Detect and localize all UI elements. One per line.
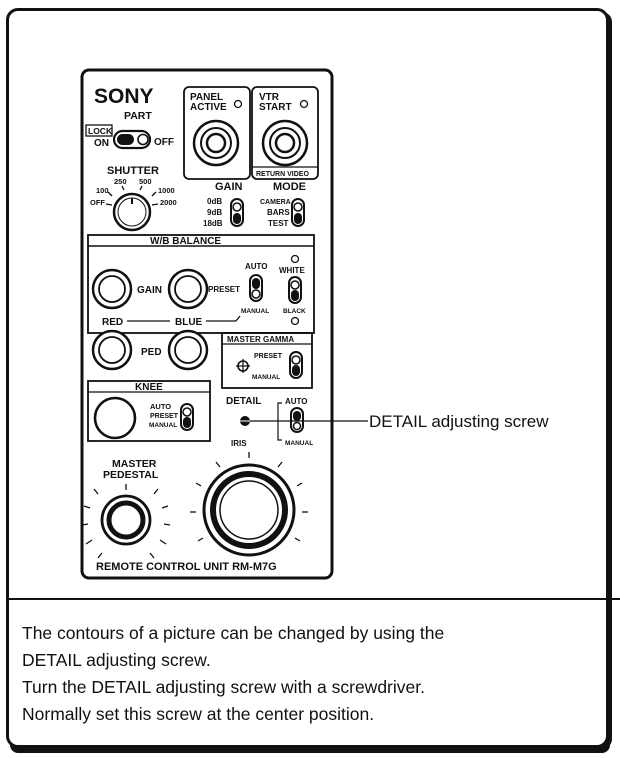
knee-title: KNEE bbox=[135, 382, 163, 393]
vtr-start-label-2: START bbox=[259, 102, 292, 113]
knee-manual: MANUAL bbox=[149, 422, 177, 429]
master-gamma-switch[interactable] bbox=[289, 351, 303, 379]
panel-label-gain-9db: 9dB bbox=[207, 208, 222, 217]
gain-label: GAIN bbox=[215, 181, 243, 193]
panel-label-gain-18db: 18dB bbox=[203, 219, 223, 228]
master-gamma-title: MASTER GAMMA bbox=[227, 335, 294, 344]
panel-label-shutter-250: 250 bbox=[114, 177, 127, 186]
part-switch-knob bbox=[117, 134, 134, 145]
panel-active-lamp bbox=[233, 99, 243, 109]
wb-gain-label: GAIN bbox=[137, 285, 162, 296]
shutter-knob[interactable] bbox=[112, 192, 152, 232]
black-lamp bbox=[290, 316, 300, 326]
lock-label: LOCK bbox=[88, 126, 113, 136]
wb-manual-label: MANUAL bbox=[241, 308, 269, 315]
description-line-1: The contours of a picture can be changed… bbox=[22, 623, 445, 643]
wb-preset-switch[interactable] bbox=[249, 274, 263, 302]
pedestal-label: PEDESTAL bbox=[103, 469, 159, 481]
off-label: OFF bbox=[154, 137, 174, 148]
white-black-switch[interactable] bbox=[288, 276, 302, 304]
vtr-start-lamp bbox=[299, 99, 309, 109]
part-label: PART bbox=[124, 110, 152, 122]
panel-label-shutter-off: OFF bbox=[90, 198, 105, 207]
gain-switch[interactable] bbox=[230, 198, 244, 227]
description-text: The contours of a picture can be changed… bbox=[22, 620, 602, 728]
description-line-3: Turn the DETAIL adjusting screw with a s… bbox=[22, 677, 425, 697]
iris-label: IRIS bbox=[231, 439, 247, 448]
shutter-label: SHUTTER bbox=[107, 165, 159, 177]
brand-logo: SONY bbox=[94, 85, 154, 108]
master-pedestal-knob[interactable] bbox=[100, 494, 152, 546]
panel-active-button[interactable] bbox=[192, 119, 240, 167]
panel-footer-label: REMOTE CONTROL UNIT RM-M7G bbox=[96, 561, 277, 573]
iris-knob[interactable] bbox=[202, 463, 296, 557]
panel-label-shutter-500: 500 bbox=[139, 177, 152, 186]
knee-auto: AUTO bbox=[150, 402, 171, 411]
white-lamp bbox=[290, 254, 300, 264]
description-line-4: Normally set this screw at the center po… bbox=[22, 704, 375, 724]
panel-label-mode-camera: CAMERA bbox=[260, 199, 291, 206]
panel-label-shutter-100: 100 bbox=[96, 186, 109, 195]
wb-balance-title: W/B BALANCE bbox=[150, 236, 221, 247]
detail-manual-label: MANUAL bbox=[285, 440, 313, 447]
panel-label-shutter-1000: 1000 bbox=[158, 186, 175, 195]
detail-callout-label: DETAIL adjusting screw bbox=[369, 412, 549, 431]
wb-red-gain-knob[interactable] bbox=[91, 268, 133, 310]
wb-blue-gain-knob[interactable] bbox=[167, 268, 209, 310]
master-gamma-manual: MANUAL bbox=[252, 374, 280, 381]
wb-auto-label: AUTO bbox=[245, 262, 268, 271]
panel-label-shutter-2000: 2000 bbox=[160, 198, 177, 207]
knee-preset: PRESET bbox=[150, 413, 179, 420]
panel-label-gain-0db: 0dB bbox=[207, 197, 222, 206]
blue-ped-knob[interactable] bbox=[167, 329, 209, 371]
remote-control-panel-diagram: SONY PART LOCK ON OFF PANEL ACTIVE VTR S… bbox=[80, 68, 549, 580]
detail-label: DETAIL bbox=[226, 396, 261, 407]
return-video-label: RETURN VIDEO bbox=[256, 171, 309, 178]
on-label: ON bbox=[94, 138, 109, 149]
panel-active-label-2: ACTIVE bbox=[190, 102, 227, 113]
detail-switch[interactable] bbox=[290, 407, 304, 433]
wb-preset-label: PRESET bbox=[208, 285, 240, 294]
knee-switch[interactable] bbox=[180, 403, 194, 431]
red-ped-knob[interactable] bbox=[91, 329, 133, 371]
mode-switch[interactable] bbox=[291, 198, 305, 227]
red-label: RED bbox=[102, 317, 123, 328]
master-gamma-preset: PRESET bbox=[254, 353, 283, 360]
wb-black-label: BLACK bbox=[283, 308, 306, 315]
ped-label: PED bbox=[141, 347, 162, 358]
panel-label-mode-bars: BARS bbox=[267, 208, 290, 217]
mode-label: MODE bbox=[273, 181, 306, 193]
description-line-2: DETAIL adjusting screw. bbox=[22, 650, 211, 670]
knee-knob[interactable] bbox=[93, 396, 137, 440]
blue-label: BLUE bbox=[175, 317, 203, 328]
panel-label-mode-test: TEST bbox=[268, 219, 289, 228]
wb-white-label: WHITE bbox=[279, 266, 305, 275]
detail-auto-label: AUTO bbox=[285, 397, 308, 406]
vtr-start-button[interactable] bbox=[261, 119, 309, 167]
